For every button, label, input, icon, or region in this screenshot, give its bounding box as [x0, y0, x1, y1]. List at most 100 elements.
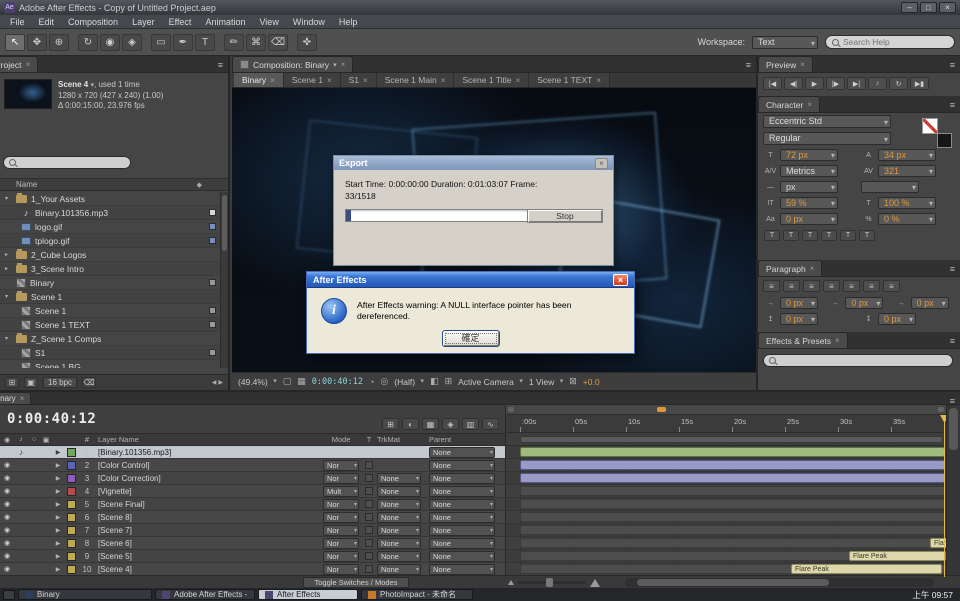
expand-arrow-icon[interactable]: ▶: [52, 475, 64, 482]
shape-tool-button[interactable]: ▭: [151, 34, 171, 51]
speaker-icon[interactable]: ♪: [14, 448, 28, 457]
help-search-input[interactable]: [843, 37, 943, 47]
layer-row[interactable]: ◉ ▶ 8 [Scene 6] Nor None None: [0, 537, 505, 550]
help-search[interactable]: [825, 35, 955, 49]
track-matte-select[interactable]: None: [377, 486, 421, 497]
tab-preview[interactable]: Preview×: [758, 56, 813, 72]
time-navigator[interactable]: [506, 405, 946, 415]
motion-blur-icon[interactable]: ▥: [462, 418, 479, 430]
work-area-bar[interactable]: [520, 436, 943, 443]
scrollbar-thumb[interactable]: [949, 408, 958, 450]
tsume-select[interactable]: 0 %: [878, 213, 936, 225]
column-layer-name[interactable]: Layer Name: [96, 435, 319, 444]
grid-guides-icon[interactable]: ▢: [283, 376, 292, 387]
draft-3d-icon[interactable]: ◐: [402, 418, 419, 430]
label-swatch[interactable]: [67, 487, 76, 496]
layer-name[interactable]: [Scene 7]: [96, 526, 319, 535]
layer-clip[interactable]: Flare Peak: [849, 551, 946, 561]
minimize-button[interactable]: –: [901, 2, 918, 13]
panel-menu-icon[interactable]: ≡: [746, 60, 751, 70]
space-before-field[interactable]: 0 px: [780, 313, 818, 325]
warning-dialog-titlebar[interactable]: After Effects ×: [307, 272, 634, 288]
taskbar-item-photoimpact[interactable]: PhotoImpact - 未命名: [361, 589, 473, 600]
project-item[interactable]: Scene 1 TEXT: [0, 318, 220, 332]
tab-timeline-binary[interactable]: Binary ×: [0, 392, 31, 404]
play-button[interactable]: ▶: [805, 77, 824, 90]
font-style-select[interactable]: Regular: [763, 132, 891, 145]
layer-track[interactable]: [506, 485, 946, 498]
project-search[interactable]: [3, 156, 131, 169]
close-icon[interactable]: ×: [441, 76, 446, 85]
project-item[interactable]: Scene 1 BG: [0, 360, 220, 368]
tab-character[interactable]: Character×: [758, 96, 820, 112]
label-swatch[interactable]: [67, 539, 76, 548]
new-folder-icon[interactable]: ⊞: [5, 377, 19, 388]
last-frame-button[interactable]: ▶|: [847, 77, 866, 90]
close-icon[interactable]: ×: [327, 76, 332, 85]
justify-last-left-button[interactable]: ≡: [823, 280, 840, 292]
label-swatch[interactable]: [67, 500, 76, 509]
superscript-button[interactable]: T: [840, 230, 856, 241]
layer-row[interactable]: ◉ ▶ 5 [Scene Final] Nor None None: [0, 498, 505, 511]
trash-icon[interactable]: ⌫: [82, 377, 96, 388]
toggle-box[interactable]: [365, 487, 373, 495]
menu-effect[interactable]: Effect: [162, 17, 199, 27]
taskbar-item-after-effects-project[interactable]: Adobe After Effects -: [155, 589, 255, 600]
panel-menu-icon[interactable]: ≡: [950, 396, 955, 405]
hand-tool-button[interactable]: ✥: [27, 34, 47, 51]
panel-menu-icon[interactable]: ≡: [950, 336, 955, 346]
column-parent[interactable]: Parent: [427, 435, 505, 444]
layer-duration-bar[interactable]: [520, 525, 945, 535]
layer-duration-bar[interactable]: [520, 447, 945, 457]
parent-select[interactable]: None: [429, 447, 495, 458]
type-tool-button[interactable]: T: [195, 34, 215, 51]
region-of-interest-icon[interactable]: ◧: [430, 376, 439, 387]
close-button[interactable]: ×: [939, 2, 956, 13]
eye-icon[interactable]: ◉: [0, 552, 14, 560]
tracking-select[interactable]: 321: [878, 165, 936, 177]
font-size-select[interactable]: 72 px: [780, 149, 838, 161]
blend-mode-select[interactable]: Nor: [323, 473, 359, 484]
close-icon[interactable]: ×: [25, 60, 30, 69]
layer-track[interactable]: Flare 2: [506, 537, 946, 550]
zoom-in-icon[interactable]: [590, 579, 600, 587]
expand-arrow-icon[interactable]: ▶: [52, 566, 64, 573]
label-chip[interactable]: [209, 321, 216, 328]
comp-tab-binary[interactable]: Binary×: [234, 73, 284, 87]
baseline-shift-select[interactable]: 0 px: [780, 213, 838, 225]
close-icon[interactable]: ×: [20, 394, 25, 403]
mask-visibility-icon[interactable]: ▦: [297, 376, 306, 387]
layer-row[interactable]: ♪ ▶ 1 [Binary.101356.mp3] None: [0, 446, 505, 459]
project-item[interactable]: logo.gif: [0, 220, 220, 234]
transparency-grid-icon[interactable]: ⊞: [445, 376, 453, 387]
stop-button[interactable]: Stop: [527, 209, 603, 223]
label-swatch[interactable]: [67, 526, 76, 535]
effects-search-input[interactable]: [780, 356, 940, 365]
label-swatch[interactable]: [67, 461, 76, 470]
track-matte-select[interactable]: None: [377, 473, 421, 484]
track-matte-select[interactable]: None: [377, 512, 421, 523]
solo-column-icon[interactable]: ○: [28, 436, 40, 443]
kerning-select[interactable]: Metrics: [780, 165, 838, 177]
layer-name[interactable]: [Scene 6]: [96, 539, 319, 548]
zoom-out-icon[interactable]: [508, 580, 514, 585]
stroke-style-select[interactable]: [861, 181, 919, 193]
layer-name[interactable]: [Binary.101356.mp3]: [96, 448, 319, 457]
close-icon[interactable]: ×: [341, 60, 346, 69]
blend-mode-select[interactable]: Mult: [323, 486, 359, 497]
vertical-scale-select[interactable]: 59 %: [780, 197, 838, 209]
layer-track[interactable]: [506, 459, 946, 472]
workspace-select[interactable]: Text: [752, 36, 818, 49]
layer-duration-bar[interactable]: [520, 538, 945, 548]
expand-arrow-icon[interactable]: ▶: [52, 553, 64, 560]
scrollbar-thumb[interactable]: [222, 195, 227, 251]
layer-track[interactable]: [506, 472, 946, 485]
tab-effects-presets[interactable]: Effects & Presets×: [758, 332, 848, 348]
stroke-width-select[interactable]: px: [780, 181, 838, 193]
effects-search[interactable]: [763, 354, 953, 367]
comp-tab-scene-1-text[interactable]: Scene 1 TEXT×: [529, 73, 610, 87]
close-button[interactable]: ×: [613, 274, 628, 286]
label-swatch[interactable]: [67, 565, 76, 574]
horizontal-scale-select[interactable]: 100 %: [878, 197, 936, 209]
close-button[interactable]: ×: [595, 158, 608, 169]
